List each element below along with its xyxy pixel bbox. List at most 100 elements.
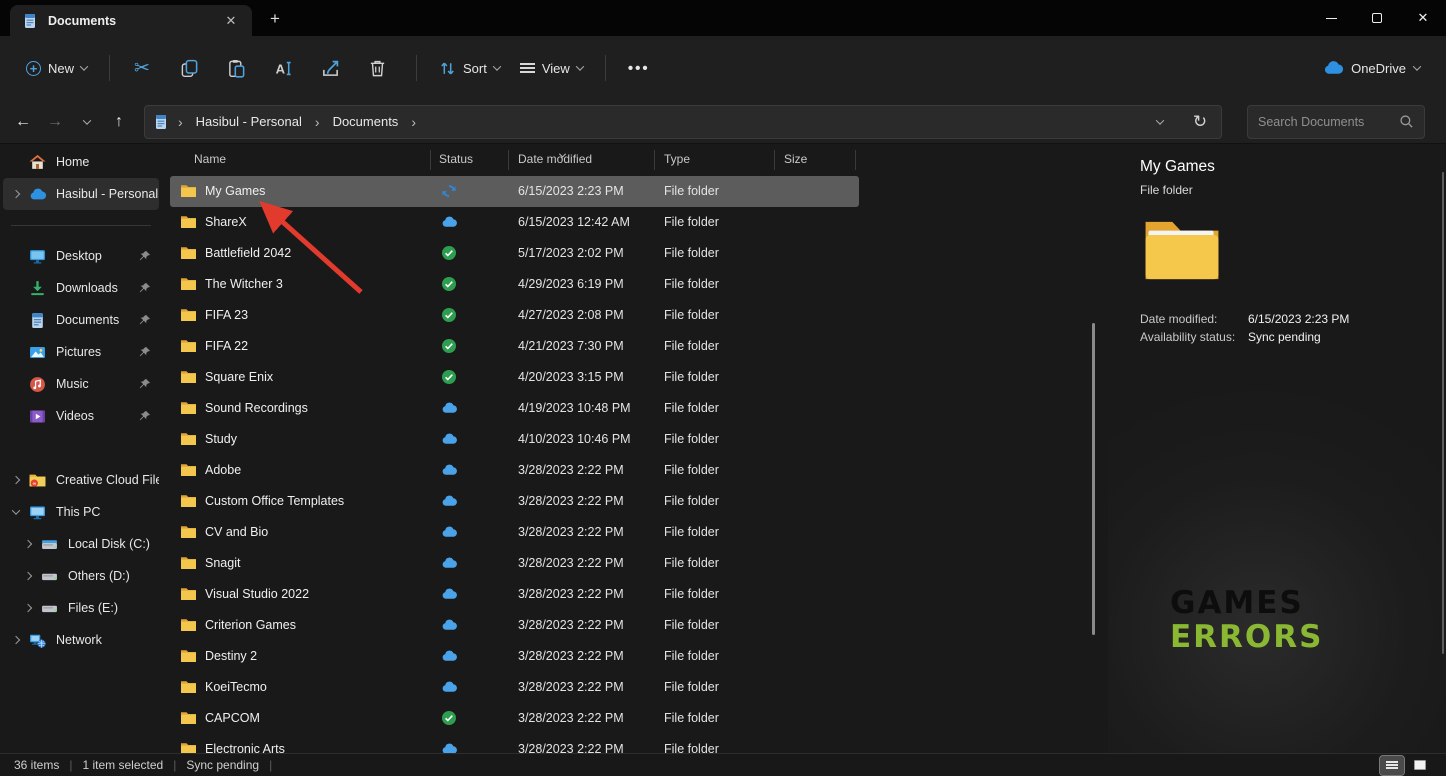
- column-divider[interactable]: [430, 150, 431, 170]
- sidebar-item-pictures[interactable]: Pictures: [3, 336, 159, 368]
- breadcrumb-item[interactable]: Documents: [329, 111, 403, 132]
- file-row[interactable]: The Witcher 3 4/29/2023 6:19 PM File fol…: [170, 269, 859, 300]
- file-row[interactable]: FIFA 23 4/27/2023 2:08 PM File folder: [170, 300, 859, 331]
- folder-icon: [180, 742, 197, 753]
- sidebar-item-hasibul-personal[interactable]: Hasibul - Personal: [3, 178, 159, 210]
- forward-button[interactable]: →: [40, 107, 70, 137]
- expand-chevron-icon[interactable]: [3, 477, 29, 483]
- sidebar-item-files-e[interactable]: Files (E:): [3, 592, 159, 624]
- back-button[interactable]: ←: [8, 107, 38, 137]
- tab-close-icon[interactable]: ✕: [220, 10, 242, 32]
- sidebar-item-label: Hasibul - Personal: [56, 187, 159, 201]
- file-row[interactable]: Snagit 3/28/2023 2:22 PM File folder: [170, 548, 859, 579]
- expand-chevron-icon[interactable]: [3, 159, 29, 165]
- breadcrumb-item[interactable]: Hasibul - Personal: [192, 111, 306, 132]
- column-header-date-modified[interactable]: Date modified: [518, 152, 592, 166]
- file-row[interactable]: ShareX 6/15/2023 12:42 AM File folder: [170, 207, 859, 238]
- file-row[interactable]: Study 4/10/2023 10:46 PM File folder: [170, 424, 859, 455]
- explorer-tab[interactable]: Documents ✕: [10, 5, 252, 36]
- onedrive-menu-button[interactable]: OneDrive: [1315, 52, 1428, 84]
- file-row[interactable]: My Games 6/15/2023 2:23 PM File folder: [170, 176, 859, 207]
- maximize-button[interactable]: [1354, 0, 1400, 36]
- sidebar-item-music[interactable]: Music: [3, 368, 159, 400]
- search-box[interactable]: [1247, 105, 1425, 139]
- file-row[interactable]: Criterion Games 3/28/2023 2:22 PM File f…: [170, 610, 859, 641]
- file-row[interactable]: CV and Bio 3/28/2023 2:22 PM File folder: [170, 517, 859, 548]
- file-date-modified: 5/17/2023 2:02 PM: [518, 246, 624, 260]
- expand-chevron-icon[interactable]: [3, 381, 29, 387]
- column-divider[interactable]: [774, 150, 775, 170]
- new-button[interactable]: + New: [16, 54, 97, 83]
- file-row[interactable]: Adobe 3/28/2023 2:22 PM File folder: [170, 455, 859, 486]
- sidebar-item-others-d[interactable]: Others (D:): [3, 560, 159, 592]
- column-divider[interactable]: [654, 150, 655, 170]
- cut-button[interactable]: ✂: [122, 49, 162, 87]
- file-row[interactable]: Electronic Arts 3/28/2023 2:22 PM File f…: [170, 734, 859, 753]
- paste-button[interactable]: [216, 49, 256, 87]
- details-scrollbar[interactable]: [1442, 172, 1444, 654]
- column-header-type[interactable]: Type: [664, 152, 690, 166]
- sidebar-item-local-disk-c[interactable]: Local Disk (C:): [3, 528, 159, 560]
- file-row[interactable]: Sound Recordings 4/19/2023 10:48 PM File…: [170, 393, 859, 424]
- expand-chevron-icon[interactable]: [15, 605, 41, 611]
- file-type: File folder: [664, 339, 719, 353]
- expand-chevron-icon[interactable]: [3, 413, 29, 419]
- expand-chevron-icon[interactable]: [15, 573, 41, 579]
- expand-chevron-icon[interactable]: [3, 191, 29, 197]
- expand-chevron-icon[interactable]: [3, 317, 29, 323]
- file-row[interactable]: KoeiTecmo 3/28/2023 2:22 PM File folder: [170, 672, 859, 703]
- recent-locations-button[interactable]: [72, 107, 102, 137]
- search-input[interactable]: [1258, 115, 1399, 129]
- up-button[interactable]: ↑: [104, 107, 134, 137]
- address-bar: ← → ↑ › Hasibul - Personal›Documents› ↻: [0, 100, 1446, 144]
- column-divider[interactable]: [508, 150, 509, 170]
- expand-chevron-icon[interactable]: [3, 509, 29, 515]
- refresh-button[interactable]: ↻: [1187, 109, 1213, 135]
- file-row[interactable]: Visual Studio 2022 3/28/2023 2:22 PM Fil…: [170, 579, 859, 610]
- expand-chevron-icon[interactable]: [3, 637, 29, 643]
- expand-chevron-icon[interactable]: [3, 285, 29, 291]
- sidebar-item-downloads[interactable]: Downloads: [3, 272, 159, 304]
- file-name: CAPCOM: [205, 711, 260, 725]
- expand-chevron-icon[interactable]: [3, 349, 29, 355]
- address-dropdown-button[interactable]: [1147, 109, 1173, 135]
- sidebar-item-documents[interactable]: Documents: [3, 304, 159, 336]
- copy-button[interactable]: [169, 49, 209, 87]
- file-row[interactable]: Square Enix 4/20/2023 3:15 PM File folde…: [170, 362, 859, 393]
- file-type: File folder: [664, 215, 719, 229]
- minimize-button[interactable]: [1308, 0, 1354, 36]
- expand-chevron-icon[interactable]: [3, 253, 29, 259]
- list-scrollbar[interactable]: [1092, 323, 1095, 635]
- sync-status-icon: [441, 400, 459, 418]
- see-more-button[interactable]: •••: [618, 53, 660, 84]
- file-row[interactable]: FIFA 22 4/21/2023 7:30 PM File folder: [170, 331, 859, 362]
- column-header-status[interactable]: Status: [439, 152, 473, 166]
- sidebar-item-desktop[interactable]: Desktop: [3, 240, 159, 272]
- expand-chevron-icon[interactable]: [15, 541, 41, 547]
- share-button[interactable]: [310, 49, 350, 87]
- sidebar-item-videos[interactable]: Videos: [3, 400, 159, 432]
- file-row[interactable]: Battlefield 2042 5/17/2023 2:02 PM File …: [170, 238, 859, 269]
- breadcrumb-bar[interactable]: › Hasibul - Personal›Documents› ↻: [144, 105, 1222, 139]
- sidebar-item-network[interactable]: Network: [3, 624, 159, 656]
- large-icons-view-toggle[interactable]: [1408, 756, 1432, 775]
- file-row[interactable]: Destiny 2 3/28/2023 2:22 PM File folder: [170, 641, 859, 672]
- view-button[interactable]: View: [510, 53, 593, 82]
- sidebar-item-label: Videos: [56, 409, 139, 423]
- column-divider[interactable]: [855, 150, 856, 170]
- column-header-name[interactable]: Name: [194, 152, 226, 166]
- sidebar-item-this-pc[interactable]: This PC: [3, 496, 159, 528]
- new-tab-button[interactable]: +: [262, 6, 288, 32]
- close-button[interactable]: ✕: [1400, 0, 1446, 36]
- details-view-toggle[interactable]: [1380, 756, 1404, 775]
- delete-button[interactable]: [357, 49, 397, 87]
- column-header-size[interactable]: Size: [784, 152, 807, 166]
- sidebar-item-home[interactable]: Home: [3, 146, 159, 178]
- sort-button[interactable]: Sort: [429, 53, 510, 84]
- folder-icon: [180, 680, 197, 694]
- file-row[interactable]: CAPCOM 3/28/2023 2:22 PM File folder: [170, 703, 859, 734]
- rename-button[interactable]: [263, 49, 303, 87]
- sync-status-icon: [441, 307, 459, 325]
- sidebar-item-creative-cloud-files[interactable]: Creative Cloud Files: [3, 464, 159, 496]
- file-row[interactable]: Custom Office Templates 3/28/2023 2:22 P…: [170, 486, 859, 517]
